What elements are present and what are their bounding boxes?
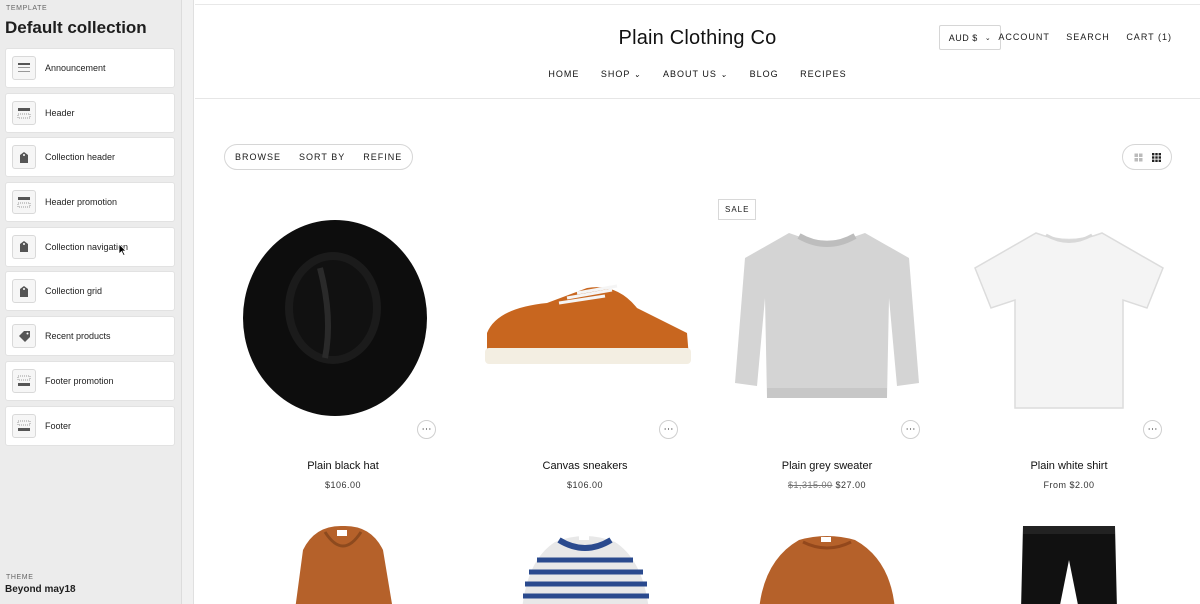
section-label: Collection navigation — [45, 241, 129, 252]
tag-icon — [12, 324, 36, 349]
product-image-hat[interactable] — [225, 208, 461, 423]
section-item-announcement[interactable]: Announcement — [5, 48, 175, 88]
header-links: ACCOUNT SEARCH CART (1) — [985, 32, 1172, 42]
nav-about-label: ABOUT US — [662, 69, 717, 79]
product-image-striped-sweater[interactable] — [467, 520, 703, 604]
refine-button[interactable]: REFINE — [363, 152, 402, 162]
product-image-shirt[interactable] — [951, 208, 1187, 423]
product-price: $106.00 — [566, 480, 604, 490]
ellipsis-icon: ⋯ — [905, 423, 916, 435]
product-image-brown-sweatshirt[interactable] — [709, 520, 945, 604]
small-grid-icon[interactable] — [1151, 152, 1161, 162]
header-section-icon — [12, 100, 36, 125]
nav-shop[interactable]: SHOP ⌄ — [601, 69, 642, 79]
product-name[interactable]: Plain grey sweater — [709, 460, 945, 472]
section-label: Collection grid — [45, 286, 103, 297]
section-item-header[interactable]: Header — [5, 92, 175, 133]
product-card[interactable]: ⋯ Plain black hat $106.00 — [225, 208, 461, 508]
nav-blog[interactable]: BLOG — [750, 69, 779, 79]
product-image-sweater[interactable] — [709, 208, 945, 423]
nav-home[interactable]: HOME — [548, 69, 579, 79]
section-label: Recent products — [45, 331, 111, 342]
section-label: Footer — [45, 420, 72, 431]
template-title: Default collection — [5, 18, 147, 37]
grid-view-toggle — [1122, 144, 1172, 170]
section-item-header-promotion[interactable]: Header promotion — [5, 182, 175, 223]
product-name[interactable]: Plain white shirt — [951, 460, 1187, 472]
product-image-hoodie[interactable] — [225, 520, 461, 604]
section-list: Announcement Header Collection header He… — [5, 48, 175, 450]
large-grid-icon[interactable] — [1134, 153, 1143, 162]
browse-button[interactable]: BROWSE — [235, 152, 281, 162]
product-price: $106.00 — [324, 480, 362, 490]
header-divider — [195, 98, 1200, 99]
section-item-collection-navigation[interactable]: Collection navigation — [5, 226, 175, 267]
template-label: TEMPLATE — [6, 5, 48, 12]
sale-price: $27.00 — [835, 480, 867, 490]
section-label: Header promotion — [45, 197, 118, 208]
compare-at-price: $1,315.00 — [787, 480, 833, 490]
nav-about[interactable]: ABOUT US ⌄ — [663, 69, 728, 79]
section-label: Announcement — [45, 63, 106, 73]
currency-value: AUD $ — [948, 32, 978, 43]
mouse-cursor-icon — [118, 243, 127, 256]
collection-icon — [12, 145, 36, 170]
theme-label: THEME — [6, 574, 34, 581]
footer-section-icon — [12, 368, 36, 393]
theme-editor-sidebar: TEMPLATE Default collection Announcement… — [0, 0, 182, 604]
product-image-black-shorts[interactable] — [951, 520, 1187, 604]
theme-name[interactable]: Beyond may18 — [5, 584, 76, 595]
more-options-button[interactable]: ⋯ — [901, 420, 920, 439]
section-label: Collection header — [45, 152, 116, 163]
cart-link[interactable]: CART (1) — [1126, 32, 1172, 42]
more-options-button[interactable]: ⋯ — [659, 420, 678, 439]
section-item-footer[interactable]: Footer — [5, 405, 175, 446]
ellipsis-icon: ⋯ — [663, 423, 674, 435]
product-card[interactable]: ⋯ Plain white shirt From $2.00 — [951, 208, 1187, 508]
panel-divider — [182, 0, 194, 604]
sort-by-button[interactable]: SORT BY — [299, 152, 345, 162]
nav-recipes[interactable]: RECIPES — [800, 69, 847, 79]
product-price: From $2.00 — [1043, 480, 1095, 490]
section-item-recent-products[interactable]: Recent products — [5, 316, 175, 357]
collection-icon — [12, 234, 36, 259]
product-name[interactable]: Canvas sneakers — [467, 460, 703, 472]
announcement-section-icon — [12, 56, 36, 80]
store-preview: Plain Clothing Co AUD $ ⌄ ACCOUNT SEARCH… — [195, 4, 1200, 604]
section-item-collection-grid[interactable]: Collection grid — [5, 271, 175, 312]
section-item-footer-promotion[interactable]: Footer promotion — [5, 360, 175, 401]
collection-filter-bar: BROWSE SORT BY REFINE — [224, 144, 414, 170]
section-label: Header — [45, 107, 75, 118]
account-link[interactable]: ACCOUNT — [998, 32, 1049, 42]
footer-section-icon — [12, 413, 36, 438]
section-label: Footer promotion — [45, 375, 114, 386]
more-options-button[interactable]: ⋯ — [417, 420, 436, 439]
chevron-down-icon: ⌄ — [633, 70, 642, 79]
ellipsis-icon: ⋯ — [1147, 423, 1158, 435]
nav-shop-label: SHOP — [600, 69, 631, 79]
product-name[interactable]: Plain black hat — [225, 460, 461, 472]
product-card[interactable]: ⋯ Plain grey sweater $1,315.00 $27.00 — [709, 208, 945, 508]
product-image-sneakers[interactable] — [467, 208, 703, 423]
ellipsis-icon: ⋯ — [421, 423, 432, 435]
header-section-icon — [12, 190, 36, 215]
search-link[interactable]: SEARCH — [1066, 32, 1110, 42]
product-card[interactable]: ⋯ Canvas sneakers $106.00 — [467, 208, 703, 508]
chevron-down-icon: ⌄ — [720, 70, 729, 79]
more-options-button[interactable]: ⋯ — [1143, 420, 1162, 439]
main-nav: HOME SHOP ⌄ ABOUT US ⌄ BLOG RECIPES — [195, 69, 1200, 79]
product-price: $1,315.00 $27.00 — [709, 480, 945, 490]
collection-icon — [12, 279, 36, 304]
section-item-collection-header[interactable]: Collection header — [5, 137, 175, 178]
